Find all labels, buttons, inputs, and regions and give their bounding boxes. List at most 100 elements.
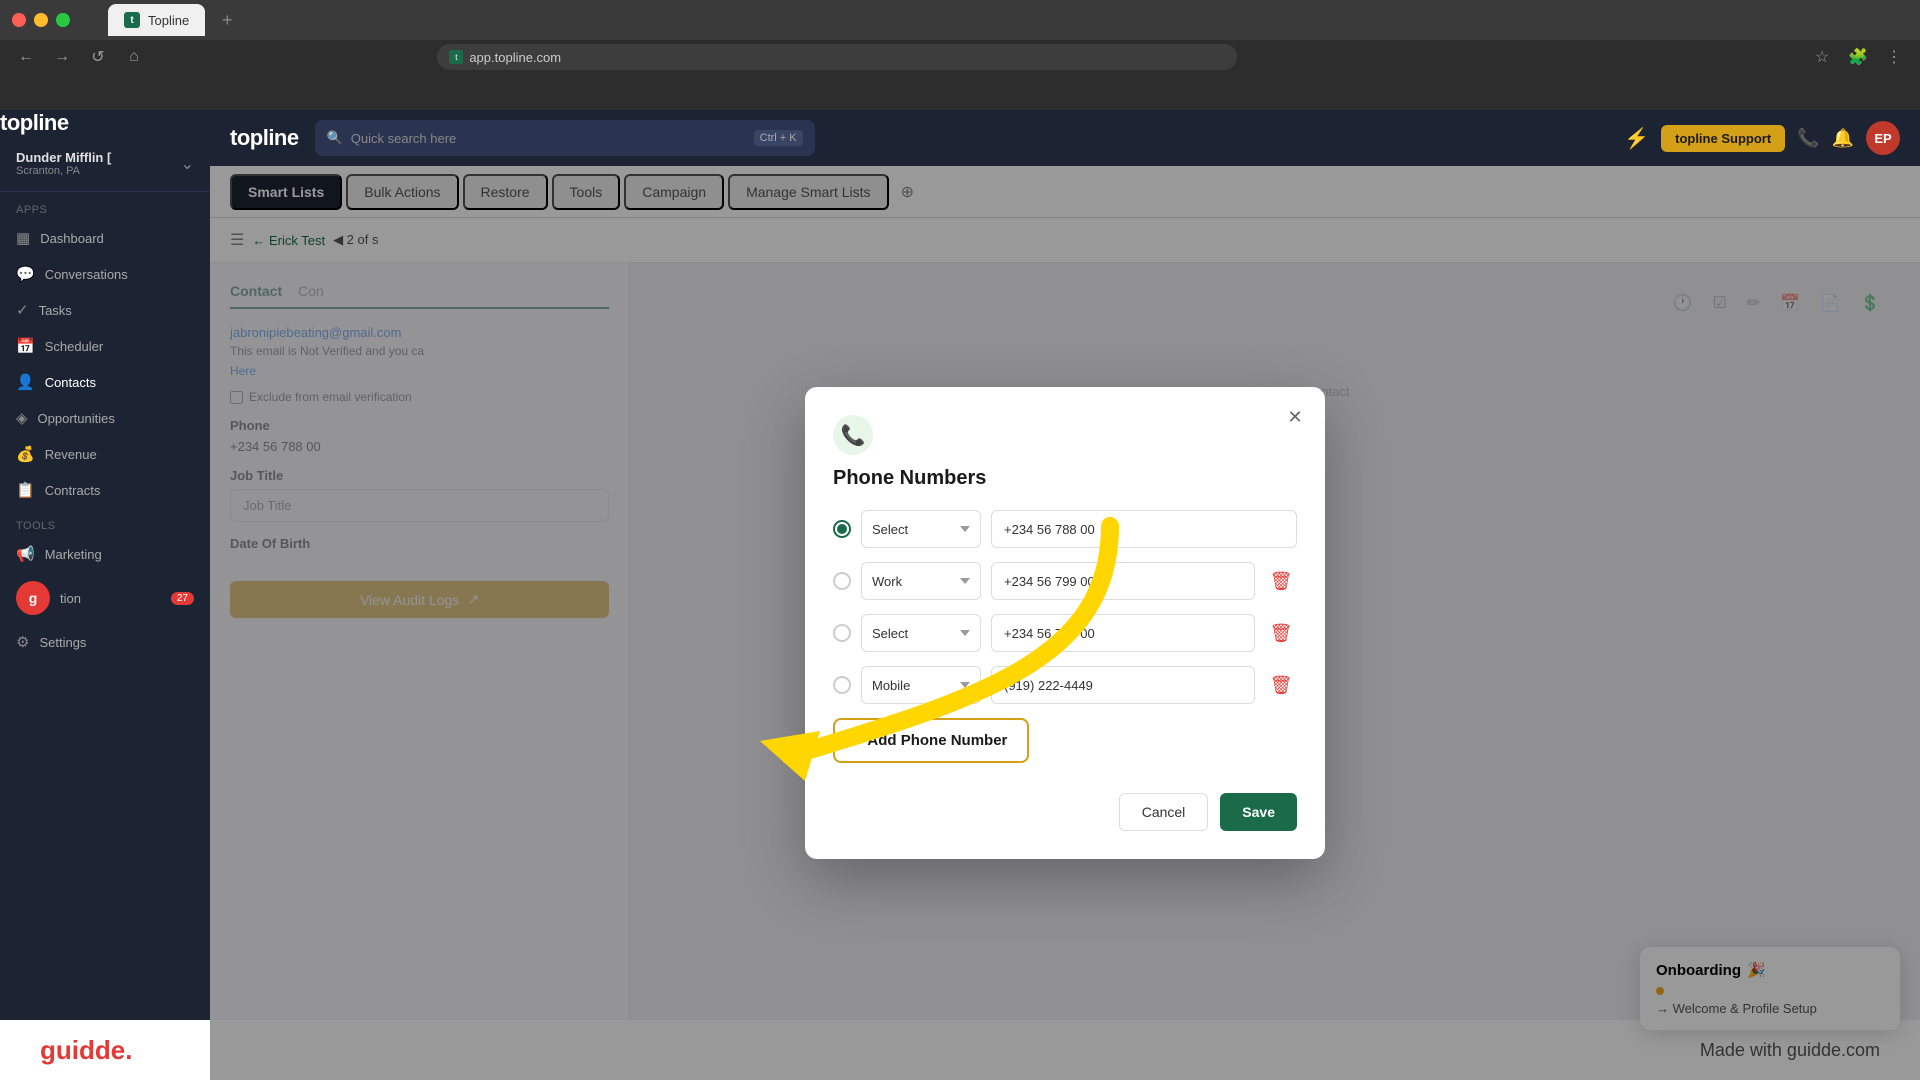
page-area: Smart Lists Bulk Actions Restore Tools C… xyxy=(210,166,1920,1080)
app-brand: topline xyxy=(0,110,210,136)
tab-favicon: t xyxy=(124,12,140,28)
contacts-label: Contacts xyxy=(45,375,96,390)
url-text: app.topline.com xyxy=(469,50,561,65)
maximize-window-btn[interactable] xyxy=(56,13,70,27)
bell-icon[interactable]: 🔔 xyxy=(1832,128,1854,149)
menu-icon[interactable]: ⋮ xyxy=(1880,43,1908,71)
phone-input-1[interactable] xyxy=(991,510,1297,548)
phone-row-2: Select Work Mobile Home 🗑 xyxy=(833,562,1297,600)
bookmark-icon[interactable]: ☆ xyxy=(1808,43,1836,71)
phone-input-2[interactable] xyxy=(991,562,1255,600)
sidebar-item-scheduler[interactable]: 📅 Scheduler xyxy=(0,328,210,364)
close-window-btn[interactable] xyxy=(12,13,26,27)
cancel-button[interactable]: Cancel xyxy=(1119,793,1209,831)
phone-radio-1[interactable] xyxy=(833,520,851,538)
search-placeholder: Quick search here xyxy=(351,131,457,146)
automation-icon: g xyxy=(29,590,38,606)
sidebar-item-tasks[interactable]: ✓ Tasks xyxy=(0,292,210,328)
sidebar-item-automation[interactable]: g tion 27 xyxy=(0,572,210,624)
extensions-icon[interactable]: 🧩 xyxy=(1844,43,1872,71)
settings-label: Settings xyxy=(39,635,86,650)
phone-type-select-1[interactable]: Select Work Mobile Home xyxy=(861,510,981,548)
modal-footer: Cancel Save xyxy=(833,783,1297,831)
contracts-label: Contracts xyxy=(45,483,101,498)
automation-avatar: g xyxy=(16,581,50,615)
automation-badge: 27 xyxy=(171,592,194,605)
sidebar-item-conversations[interactable]: 💬 Conversations xyxy=(0,256,210,292)
settings-icon: ⚙ xyxy=(16,633,29,651)
phone-type-select-4[interactable]: Select Work Mobile Home xyxy=(861,666,981,704)
topline-logo: topline xyxy=(230,125,299,151)
opportunities-icon: ◈ xyxy=(16,409,28,427)
back-button[interactable]: ← xyxy=(12,43,40,71)
app-layout: topline Dunder Mifflin [ Scranton, PA ⌄ … xyxy=(0,110,1920,1080)
delete-phone-2-button[interactable]: 🗑 xyxy=(1265,565,1297,597)
sidebar-item-revenue[interactable]: 💰 Revenue xyxy=(0,436,210,472)
phone-numbers-modal: ✕ 📞 Phone Numbers Select Work Mobile xyxy=(805,387,1325,859)
dashboard-icon: ▦ xyxy=(16,229,30,247)
add-phone-number-button[interactable]: + Add Phone Number xyxy=(833,718,1029,763)
marketing-icon: 📢 xyxy=(16,545,35,563)
scheduler-label: Scheduler xyxy=(45,339,104,354)
dashboard-label: Dashboard xyxy=(40,231,104,246)
tasks-label: Tasks xyxy=(39,303,72,318)
modal-close-button[interactable]: ✕ xyxy=(1281,403,1309,431)
lightning-icon: ⚡ xyxy=(1624,126,1649,151)
apps-section-label: Apps xyxy=(0,192,210,220)
phone-icon[interactable]: 📞 xyxy=(1797,128,1819,149)
sidebar-item-opportunities[interactable]: ◈ Opportunities xyxy=(0,400,210,436)
user-avatar[interactable]: EP xyxy=(1866,121,1900,155)
tasks-icon: ✓ xyxy=(16,301,29,319)
browser-tab[interactable]: t Topline xyxy=(108,4,205,36)
sidebar-item-marketing[interactable]: 📢 Marketing xyxy=(0,536,210,572)
title-bar: t Topline + xyxy=(0,0,1920,40)
search-shortcut: Ctrl + K xyxy=(754,130,803,146)
delete-phone-3-button[interactable]: 🗑 xyxy=(1265,617,1297,649)
save-button[interactable]: Save xyxy=(1220,793,1297,831)
minimize-window-btn[interactable] xyxy=(34,13,48,27)
modal-title: Phone Numbers xyxy=(833,467,1297,490)
phone-input-3[interactable] xyxy=(991,614,1255,652)
phone-radio-3[interactable] xyxy=(833,624,851,642)
browser-chrome: t Topline + ← → ↺ ⌂ t app.topline.com ☆ … xyxy=(0,0,1920,110)
home-button[interactable]: ⌂ xyxy=(120,43,148,71)
search-bar[interactable]: 🔍 Quick search here Ctrl + K xyxy=(315,120,815,156)
guidde-logo: guidde. xyxy=(40,1035,132,1066)
delete-phone-4-button[interactable]: 🗑 xyxy=(1265,669,1297,701)
contracts-icon: 📋 xyxy=(16,481,35,499)
sidebar-item-contracts[interactable]: 📋 Contracts xyxy=(0,472,210,508)
phone-radio-4[interactable] xyxy=(833,676,851,694)
tab-title: Topline xyxy=(148,13,189,28)
conversations-label: Conversations xyxy=(45,267,128,282)
support-button[interactable]: topline Support xyxy=(1661,125,1785,152)
org-name: Dunder Mifflin [ xyxy=(16,150,111,165)
phone-green-icon: 📞 xyxy=(841,423,866,448)
reload-button[interactable]: ↺ xyxy=(84,43,112,71)
phone-radio-2[interactable] xyxy=(833,572,851,590)
forward-button[interactable]: → xyxy=(48,43,76,71)
sidebar-item-dashboard[interactable]: ▦ Dashboard xyxy=(0,220,210,256)
modal-overlay: ✕ 📞 Phone Numbers Select Work Mobile xyxy=(210,166,1920,1080)
conversations-icon: 💬 xyxy=(16,265,35,283)
marketing-label: Marketing xyxy=(45,547,102,562)
phone-row-3: Select Work Mobile Home 🗑 xyxy=(833,614,1297,652)
phone-type-select-3[interactable]: Select Work Mobile Home xyxy=(861,614,981,652)
phone-row-4: Select Work Mobile Home 🗑 xyxy=(833,666,1297,704)
phone-type-select-2[interactable]: Select Work Mobile Home xyxy=(861,562,981,600)
app-topbar: topline 🔍 Quick search here Ctrl + K ⚡ t… xyxy=(210,110,1920,166)
opportunities-label: Opportunities xyxy=(38,411,115,426)
revenue-label: Revenue xyxy=(45,447,97,462)
org-dropdown-icon[interactable]: ⌄ xyxy=(181,154,194,174)
sidebar: topline Dunder Mifflin [ Scranton, PA ⌄ … xyxy=(0,110,210,1080)
contacts-icon: 👤 xyxy=(16,373,35,391)
tools-section-label: Tools xyxy=(0,508,210,536)
sidebar-item-settings[interactable]: ⚙ Settings xyxy=(0,624,210,660)
address-bar[interactable]: t app.topline.com xyxy=(437,44,1237,70)
topbar-actions: ⚡ topline Support 📞 🔔 EP xyxy=(1624,121,1900,155)
sidebar-item-contacts[interactable]: 👤 Contacts xyxy=(0,364,210,400)
new-tab-button[interactable]: + xyxy=(213,6,241,34)
phone-input-4[interactable] xyxy=(991,666,1255,704)
revenue-icon: 💰 xyxy=(16,445,35,463)
org-header[interactable]: Dunder Mifflin [ Scranton, PA ⌄ xyxy=(0,136,210,192)
search-icon: 🔍 xyxy=(327,130,343,146)
